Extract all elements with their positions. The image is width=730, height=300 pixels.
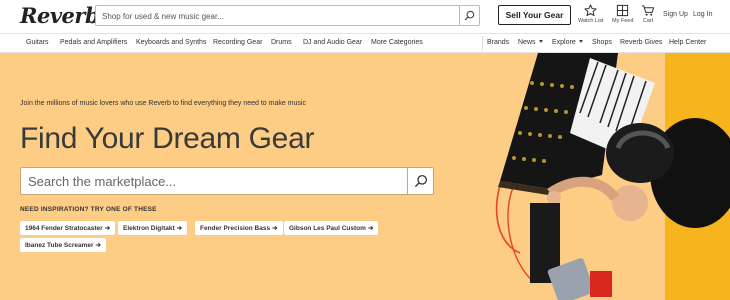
hero-musician-illustration [495, 53, 730, 300]
nav-keyboards-and-synths[interactable]: Keyboards and Synths [136, 39, 206, 46]
nav-more-categories[interactable]: More Categories [371, 39, 423, 46]
suggestion-label: Gibson Les Paul Custom [289, 224, 366, 232]
log-in-link[interactable]: Log In [693, 11, 712, 18]
nav-recording-gear[interactable]: Recording Gear [213, 39, 262, 46]
my-feed-link[interactable]: My Feed [612, 4, 633, 24]
suggestion-pill[interactable]: Ibanez Tube Screamer ➔ [20, 238, 106, 252]
suggestion-pill[interactable]: 1964 Fender Stratocaster ➔ [20, 221, 116, 235]
arrow-right-icon: ➔ [95, 242, 101, 249]
nav-reverb-gives[interactable]: Reverb Gives [620, 39, 662, 46]
arrow-right-icon: ➔ [176, 225, 183, 232]
hero-tagline: Join the millions of music lovers who us… [20, 100, 306, 107]
cart-label: Cart [642, 18, 654, 24]
nav-drums[interactable]: Drums [271, 39, 292, 46]
chevron-down-icon [578, 40, 583, 43]
suggestion-label: Elektron Digitakt [123, 224, 175, 232]
suggestion-pill[interactable]: Gibson Les Paul Custom ➔ [284, 221, 379, 235]
hero-headline: Find Your Dream Gear [20, 122, 315, 155]
inspiration-label: NEED INSPIRATION? TRY ONE OF THESE [20, 206, 157, 213]
hero-banner: Join the millions of music lovers who us… [0, 53, 730, 300]
nav-news[interactable]: News [518, 39, 543, 46]
nav-help-center[interactable]: Help Center [669, 39, 706, 46]
marketplace-search-input[interactable] [21, 168, 406, 194]
sign-up-link[interactable]: Sign Up [663, 11, 688, 18]
nav-divider [482, 36, 483, 51]
arrow-right-icon: ➔ [272, 225, 278, 232]
arrow-right-icon: ➔ [367, 225, 374, 232]
suggestion-label: 1964 Fender Stratocaster [25, 224, 103, 232]
nav-pedals-and-amplifiers[interactable]: Pedals and Amplifiers [60, 39, 127, 46]
cart-link[interactable]: Cart [641, 4, 655, 24]
nav-shops[interactable]: Shops [592, 39, 612, 46]
nav-explore[interactable]: Explore [552, 39, 583, 46]
star-icon [584, 4, 597, 17]
header-search-input[interactable] [96, 7, 456, 26]
nav-dj-and-audio-gear[interactable]: DJ and Audio Gear [303, 39, 362, 46]
top-bar: Reverb Sell Your Gear Watch List My Feed [0, 0, 730, 32]
chevron-down-icon [538, 40, 543, 43]
nav-explore-label: Explore [552, 39, 576, 46]
watch-list-link[interactable]: Watch List [578, 4, 603, 24]
marketplace-search-button[interactable] [407, 168, 433, 194]
header-search-button[interactable] [459, 6, 479, 25]
suggestion-pill[interactable]: Fender Precision Bass ➔ [195, 221, 283, 235]
search-icon [414, 174, 427, 188]
category-nav: Guitars Pedals and Amplifiers Keyboards … [0, 33, 730, 53]
cart-icon [641, 5, 655, 16]
suggestion-pill[interactable]: Elektron Digitakt ➔ [118, 221, 188, 235]
header-search [95, 5, 480, 26]
nav-news-label: News [518, 39, 536, 46]
search-icon [464, 10, 475, 21]
watch-list-label: Watch List [578, 18, 604, 24]
suggestion-label: Fender Precision Bass [200, 224, 271, 232]
nav-guitars[interactable]: Guitars [26, 39, 49, 46]
marketplace-search [20, 167, 434, 195]
grid-icon [617, 4, 629, 17]
suggestion-label: Ibanez Tube Screamer [25, 241, 94, 249]
my-feed-label: My Feed [612, 18, 634, 24]
nav-brands[interactable]: Brands [487, 39, 509, 46]
reverb-logo[interactable]: Reverb [20, 3, 100, 28]
arrow-right-icon: ➔ [104, 225, 111, 232]
sell-your-gear-button[interactable]: Sell Your Gear [498, 5, 571, 25]
